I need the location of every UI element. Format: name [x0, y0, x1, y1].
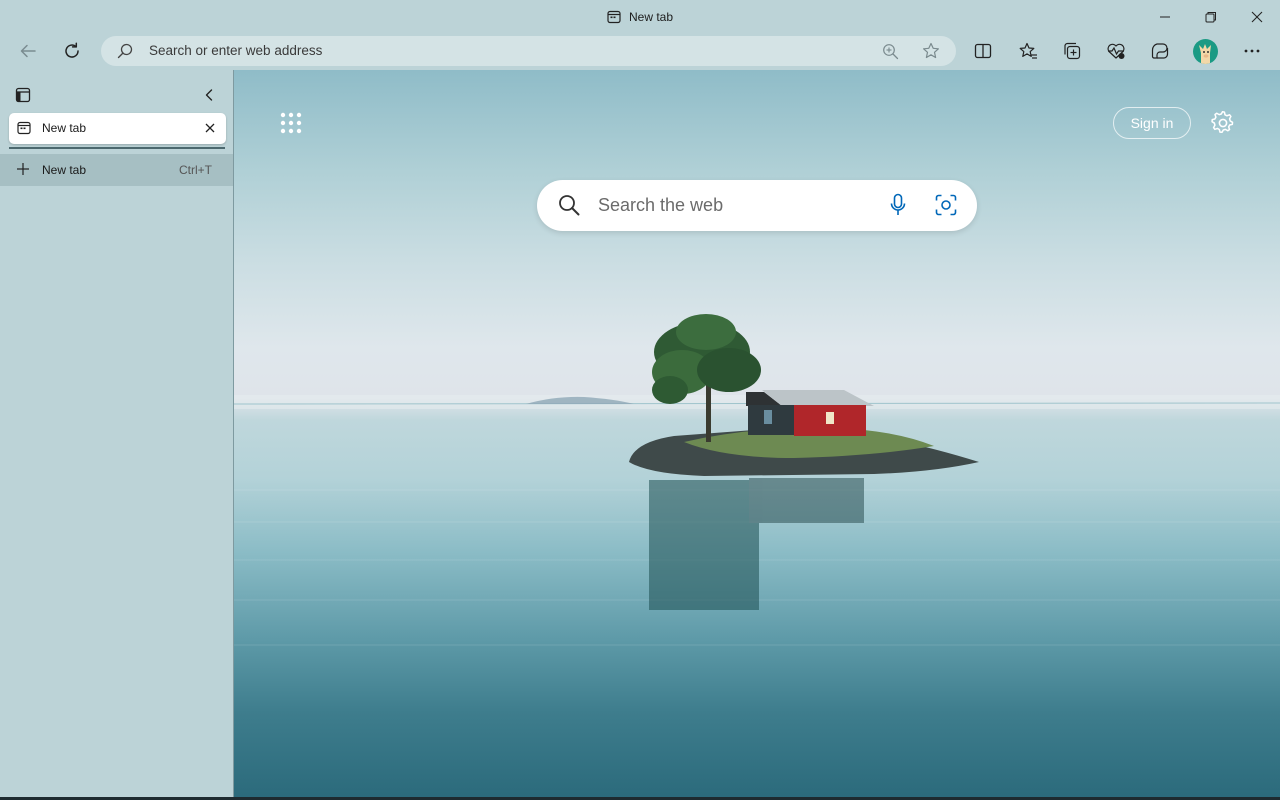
close-window-button[interactable]: [1234, 0, 1280, 34]
address-placeholder[interactable]: Search or enter web address: [149, 43, 322, 58]
visual-search-icon[interactable]: [935, 194, 957, 216]
tab-page-icon: [17, 121, 31, 135]
window-title-area: New tab: [0, 0, 1280, 34]
collections-icon: [1064, 42, 1081, 60]
app-launcher-button[interactable]: [280, 112, 302, 134]
copilot-button[interactable]: [1142, 35, 1178, 67]
app-launcher-icon: [280, 112, 302, 134]
tab-page-icon: [607, 10, 621, 24]
refresh-button[interactable]: [54, 35, 90, 67]
heart-pulse-icon: [1107, 43, 1125, 59]
split-screen-icon: [974, 43, 992, 59]
profile-avatar[interactable]: [1193, 39, 1218, 64]
new-tab-shortcut: Ctrl+T: [179, 163, 212, 177]
microphone-icon[interactable]: [889, 193, 907, 217]
split-screen-button[interactable]: [965, 35, 1001, 67]
sign-in-button[interactable]: Sign in: [1113, 107, 1191, 139]
settings-button[interactable]: [1211, 111, 1235, 135]
window-title: New tab: [628, 10, 674, 24]
tab-divider: [9, 147, 225, 149]
tab-actions-icon[interactable]: [15, 87, 31, 103]
search-input[interactable]: Search the web: [598, 195, 723, 216]
more-icon: [1244, 49, 1260, 53]
active-tab-label[interactable]: New tab: [42, 121, 86, 135]
back-arrow-icon: [20, 44, 36, 58]
search-icon: [558, 194, 580, 216]
search-icon: [117, 43, 133, 59]
more-options-button[interactable]: [1234, 35, 1270, 67]
favorites-button[interactable]: [1010, 35, 1046, 67]
new-tab-label[interactable]: New tab: [42, 163, 86, 177]
collapse-sidebar-icon[interactable]: [201, 87, 217, 103]
gear-icon: [1211, 111, 1234, 134]
back-button[interactable]: [10, 35, 46, 67]
refresh-icon: [65, 42, 79, 58]
copilot-icon: [1151, 43, 1169, 59]
minimize-button[interactable]: [1142, 0, 1188, 34]
plus-icon: [16, 162, 30, 176]
restore-button[interactable]: [1188, 0, 1234, 34]
star-icon[interactable]: [922, 42, 940, 60]
zoom-in-icon[interactable]: [882, 43, 899, 60]
favorites-icon: [1019, 42, 1037, 59]
collections-button[interactable]: [1054, 35, 1090, 67]
browser-essentials-button[interactable]: [1098, 35, 1134, 67]
close-tab-icon[interactable]: [204, 122, 216, 134]
